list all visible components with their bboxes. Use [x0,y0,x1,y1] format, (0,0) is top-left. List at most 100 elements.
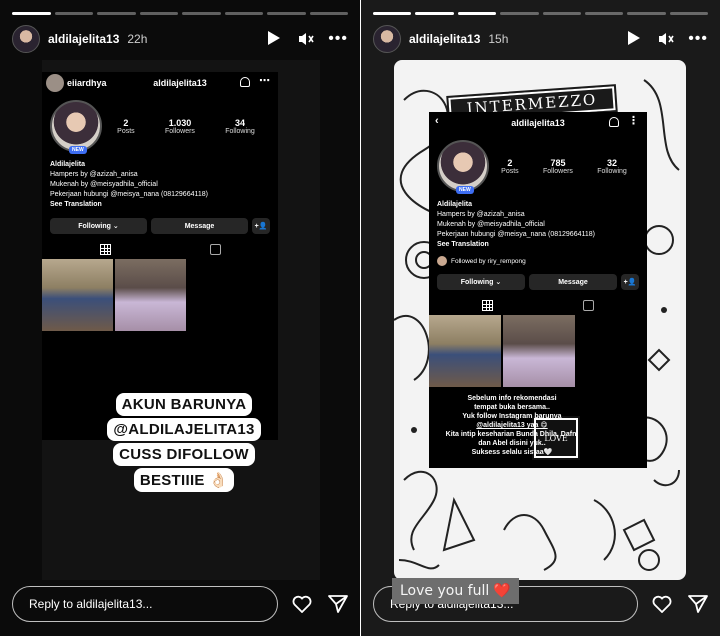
follower-avatar [437,256,447,266]
red-heart-icon: ❤️ [493,583,511,599]
progress-segment [415,12,454,15]
profile-name: Aldilajelita [50,161,86,168]
profile-avatar: NEW [50,100,102,154]
posts-label: Posts [117,127,135,135]
progress-segment [584,12,624,15]
followers-count: 785 [550,157,566,168]
heart-icon[interactable] [652,595,672,613]
progress-segment [12,12,51,15]
play-icon [628,31,641,45]
bell-icon [240,77,250,87]
add-user-icon: +👤 [621,274,639,290]
story-time: 15h [488,32,509,46]
caption-line: dan Abel disini yuk.. [478,440,546,447]
story-caption: Sebelum info rekomendasi tempat buka ber… [432,394,592,457]
bell-icon [609,117,619,127]
bio-line: Pekerjaan hubungi @meisya_nana (08129664… [437,231,595,238]
story-header: aldilajelita13 15h ••• [373,24,708,54]
progress-segment [224,12,263,15]
reply-bar: Reply to aldilajelita13... [12,586,348,622]
love-you-sticker: Love you full ❤️ [392,578,519,604]
progress-segment [54,12,93,15]
play-button[interactable] [268,31,284,47]
posts-count: 2 [507,157,513,168]
posts-count: 2 [123,117,129,128]
followers-label: Followers [542,167,573,175]
following-label: Following [225,127,255,135]
post-thumbnail [503,315,575,387]
see-translation: See Translation [437,241,489,248]
story-viewer: aldilajelita13 22h ••• eiiardhya aldilaj… [0,0,720,636]
message-button: Message [529,274,617,290]
story-panel-left: aldilajelita13 22h ••• eiiardhya aldilaj… [0,0,360,636]
story-header: aldilajelita13 22h ••• [12,24,348,54]
profile-username: aldilajelita13 [511,118,565,128]
instagram-profile-screenshot: eiiardhya aldilajelita13 ⋯ NEW 2 Posts 1.… [42,72,278,440]
sticker-line: BESTIIIE 👌🏻 [133,468,235,492]
reply-input[interactable]: Reply to aldilajelita13... [12,586,278,622]
following-button: Following ⌄ [437,274,525,290]
back-icon: ‹ [435,115,439,127]
progress-segment [309,12,348,15]
story-username[interactable]: aldilajelita13 [48,32,119,46]
following-count: 32 [607,157,618,168]
send-icon[interactable] [328,595,348,613]
story-username[interactable]: aldilajelita13 [409,32,480,46]
profile-username: aldilajelita13 [153,78,207,88]
reposter-tag: eiiardhya [67,78,107,88]
avatar[interactable] [12,25,40,53]
avatar[interactable] [373,25,401,53]
progress-segment [500,12,539,15]
message-button: Message [151,218,248,234]
grid-icon [99,244,111,255]
bio-line: Hampers by @azizah_anisa [50,171,138,178]
play-icon [268,31,281,45]
caption-line: Sebelum info rekomendasi [467,395,557,402]
progress-segment [627,12,666,15]
play-button[interactable] [628,31,644,47]
caption-line: Yuk follow Instagram barunya [462,413,562,420]
progress-segment [182,12,221,15]
progress-segment [373,12,412,15]
followers-label: Followers [164,127,195,135]
post-thumbnail [42,259,113,331]
progress-segment [267,12,306,15]
sticker-line: @ALDILAJELITA13 [107,418,261,441]
story-time: 22h [127,32,148,46]
progress-segment [97,12,136,15]
bio-line: Mukenah by @meisyadhila_official [50,181,158,188]
heart-icon[interactable] [292,595,312,613]
following-label: Following [597,167,627,175]
reposter-avatar [46,74,64,92]
caption-line: tempat buka bersama.. [474,404,550,411]
progress-bar [373,12,708,15]
following-button-label: Following [460,278,494,286]
grid-icon [482,300,493,311]
following-button-label: Following [78,222,111,230]
bio-line: Pekerjaan hubungi @meisya_nana (08129664… [50,191,208,198]
progress-segment [457,12,497,15]
tagged-icon [583,300,594,311]
caption-line: @aldilajelita13 yaa 😋 [476,422,548,429]
caption-line: Suksess selalu sistaa🤍 [471,449,553,456]
post-thumbnail [115,259,186,331]
mute-icon[interactable] [658,32,674,46]
tagged-icon [209,244,221,255]
progress-segment [139,12,178,15]
post-thumbnail [429,315,501,387]
love-you-text: Love you full [400,583,490,599]
new-badge: NEW [69,146,87,154]
sticker-line: AKUN BARUNYA [115,393,253,416]
following-button: Following ⌄ [50,218,147,234]
add-user-icon: +👤 [252,218,270,234]
more-icon[interactable]: ••• [328,31,348,47]
profile-name: Aldilajelita [437,201,473,208]
mute-icon[interactable] [298,32,314,46]
see-translation: See Translation [50,201,102,208]
more-icon[interactable]: ••• [688,31,708,47]
caption-line: Kita intip keseharian Bunda Dhila, Dafni [445,431,579,438]
following-count: 34 [235,117,246,128]
bio-line: Hampers by @azizah_anisa [437,211,525,218]
new-badge: NEW [456,186,474,194]
send-icon[interactable] [688,595,708,613]
